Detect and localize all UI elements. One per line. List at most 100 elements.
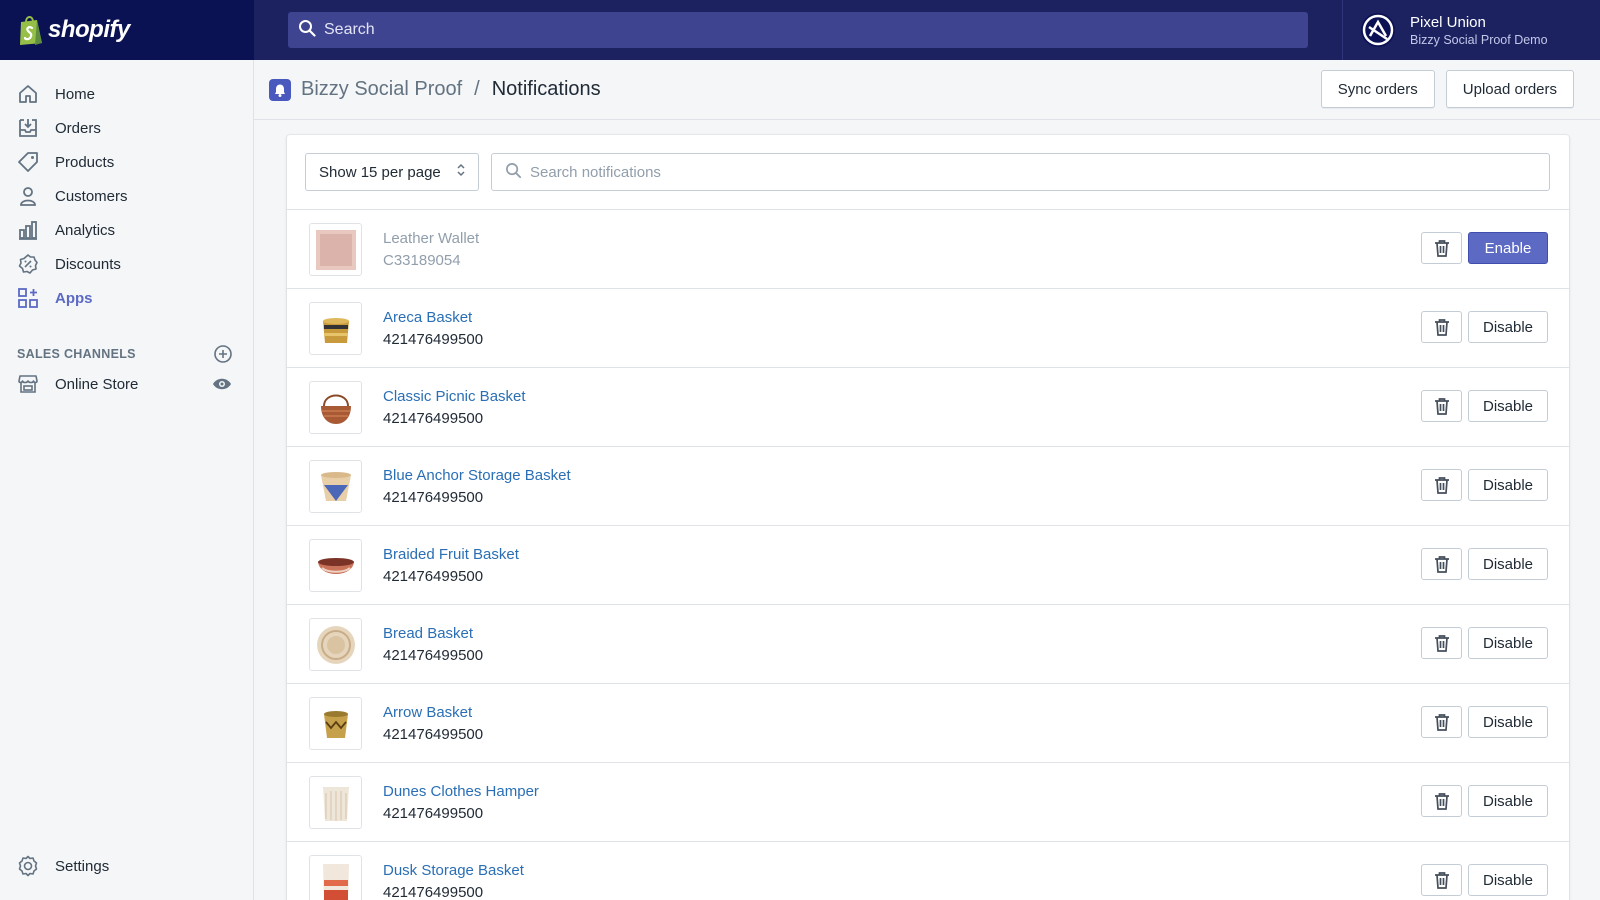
notifications-card: Show 15 per page Leather Wallet C3318905… (287, 135, 1569, 900)
sidebar-item-label: Customers (55, 187, 128, 205)
disable-button[interactable]: Disable (1468, 311, 1548, 343)
notification-title: Leather Wallet (383, 230, 480, 247)
breadcrumb-app-link[interactable]: Bizzy Social Proof (301, 78, 462, 101)
search-icon (298, 19, 316, 41)
page-title: Notifications (491, 78, 601, 100)
add-sales-channel-button[interactable] (213, 344, 233, 364)
notification-row: Classic Picnic Basket 421476499500 Disab… (287, 367, 1569, 447)
disable-button[interactable]: Disable (1468, 469, 1548, 501)
disable-button[interactable]: Disable (1468, 706, 1548, 738)
product-thumbnail (309, 776, 362, 829)
sidebar-item-apps[interactable]: Apps (0, 282, 253, 314)
notification-title[interactable]: Dunes Clothes Hamper (383, 783, 539, 800)
disable-button[interactable]: Disable (1468, 548, 1548, 580)
notification-sku: 421476499500 (383, 568, 484, 585)
view-store-button[interactable] (211, 373, 233, 395)
disable-button[interactable]: Disable (1468, 390, 1548, 422)
notifications-search-input[interactable] (530, 163, 1430, 181)
account-avatar (1361, 13, 1395, 47)
notification-title[interactable]: Dusk Storage Basket (383, 862, 524, 879)
trash-icon (1434, 319, 1449, 336)
per-page-value: Show 15 per page (319, 163, 441, 181)
sidebar-item-analytics[interactable]: Analytics (0, 214, 253, 246)
delete-button[interactable] (1421, 785, 1462, 817)
sync-orders-button[interactable]: Sync orders (1320, 70, 1435, 108)
notification-sku: 421476499500 (383, 410, 484, 427)
filter-row: Show 15 per page (305, 153, 1550, 191)
upload-orders-button[interactable]: Upload orders (1445, 70, 1574, 108)
sidebar-item-discounts[interactable]: Discounts (0, 248, 253, 280)
global-search-area (254, 0, 1342, 60)
bar-chart-icon (16, 218, 40, 242)
notification-row: Areca Basket 421476499500 Disable (287, 288, 1569, 368)
sidebar-item-label: Analytics (55, 221, 116, 239)
delete-button[interactable] (1421, 706, 1462, 738)
apps-icon (16, 286, 40, 310)
notification-sku: 421476499500 (383, 489, 484, 506)
notification-row: Dusk Storage Basket 421476499500 Disable (287, 841, 1569, 900)
global-search-box[interactable] (288, 12, 1308, 48)
per-page-select[interactable]: Show 15 per page (305, 153, 479, 191)
home-icon (16, 82, 40, 106)
notification-title[interactable]: Arrow Basket (383, 704, 472, 721)
account-store: Bizzy Social Proof Demo (1410, 32, 1548, 47)
delete-button[interactable] (1421, 311, 1462, 343)
enable-button[interactable]: Enable (1468, 232, 1548, 264)
notification-row: Dunes Clothes Hamper 421476499500 Disabl… (287, 762, 1569, 842)
product-thumbnail (309, 539, 362, 592)
delete-button[interactable] (1421, 390, 1462, 422)
sidebar-item-label: Home (55, 85, 96, 103)
notifications-search-box[interactable] (491, 153, 1550, 191)
shopify-logo[interactable]: shopify (0, 0, 254, 60)
notification-row: Braided Fruit Basket 421476499500 Disabl… (287, 525, 1569, 605)
product-thumbnail (309, 460, 362, 513)
sidebar-item-label: Online Store (55, 375, 139, 393)
disable-button[interactable]: Disable (1468, 627, 1548, 659)
product-thumbnail (309, 223, 362, 276)
trash-icon (1434, 872, 1449, 889)
delete-button[interactable] (1421, 864, 1462, 896)
global-search-input[interactable] (324, 21, 1224, 39)
notification-title[interactable]: Areca Basket (383, 309, 472, 326)
notification-row: Leather Wallet C33189054 Enable (287, 209, 1569, 289)
eye-icon (213, 378, 231, 390)
sidebar: Home Orders Products Customers Analytics… (0, 60, 254, 900)
notification-title[interactable]: Braided Fruit Basket (383, 546, 519, 563)
person-icon (16, 184, 40, 208)
disable-button[interactable]: Disable (1468, 864, 1548, 896)
sidebar-item-label: Apps (55, 289, 93, 307)
sidebar-item-orders[interactable]: Orders (0, 112, 253, 144)
shopify-bag-icon (17, 14, 43, 46)
notification-title[interactable]: Classic Picnic Basket (383, 388, 526, 405)
sidebar-item-products[interactable]: Products (0, 146, 253, 178)
product-thumbnail (309, 697, 362, 750)
delete-button[interactable] (1421, 232, 1462, 264)
notification-title[interactable]: Blue Anchor Storage Basket (383, 467, 571, 484)
trash-icon (1434, 477, 1449, 494)
sidebar-item-label: Discounts (55, 255, 121, 273)
picnic-basket-image (320, 394, 351, 424)
delete-button[interactable] (1421, 627, 1462, 659)
sidebar-item-settings[interactable]: Settings (0, 850, 253, 882)
notification-title[interactable]: Bread Basket (383, 625, 473, 642)
orders-icon (16, 116, 40, 140)
hamper-image (322, 786, 349, 821)
product-thumbnail (309, 302, 362, 355)
sidebar-item-customers[interactable]: Customers (0, 180, 253, 212)
bread-basket-image (316, 625, 355, 664)
select-arrows-icon (456, 163, 466, 181)
top-bar: shopify Pixel Union Bizzy Social Proof D… (0, 0, 1600, 60)
product-thumbnail (309, 381, 362, 434)
sidebar-item-online-store[interactable]: Online Store (0, 368, 253, 400)
disable-button[interactable]: Disable (1468, 785, 1548, 817)
account-menu[interactable]: Pixel Union Bizzy Social Proof Demo (1342, 0, 1600, 60)
trash-icon (1434, 714, 1449, 731)
sidebar-item-home[interactable]: Home (0, 78, 253, 110)
store-icon (16, 372, 40, 396)
delete-button[interactable] (1421, 469, 1462, 501)
fruit-basket-image (317, 557, 354, 574)
delete-button[interactable] (1421, 548, 1462, 580)
account-text: Pixel Union Bizzy Social Proof Demo (1410, 14, 1548, 47)
sales-channels-header: SALES CHANNELS (17, 344, 233, 364)
notification-sku: 421476499500 (383, 805, 484, 822)
